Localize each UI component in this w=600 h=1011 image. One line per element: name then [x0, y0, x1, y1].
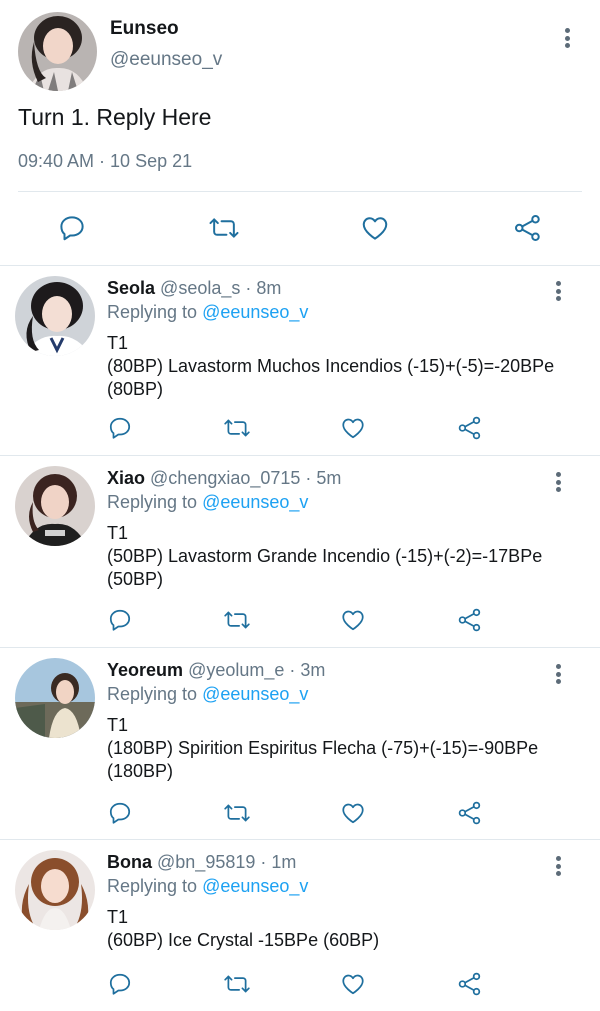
mention-link[interactable]: @eeunseo_v — [202, 492, 308, 512]
retweet-icon[interactable] — [220, 413, 254, 443]
mention-link[interactable]: @eeunseo_v — [202, 684, 308, 704]
more-options-icon[interactable] — [548, 279, 568, 303]
reply-text-line: (50BP) Lavastorm Grande Incendio (-15)+(… — [107, 546, 543, 566]
author-handle-time[interactable]: @chengxiao_0715 · 5m — [150, 468, 341, 488]
reply-header: Bona @bn_95819 · 1m — [107, 852, 296, 873]
more-options-icon[interactable] — [548, 662, 568, 686]
replying-to: Replying to @eeunseo_v — [107, 684, 308, 705]
author-name[interactable]: Eunseo — [110, 18, 179, 40]
avatar[interactable] — [18, 12, 97, 91]
reply-icon[interactable] — [105, 605, 135, 635]
like-icon[interactable] — [338, 605, 368, 635]
replying-to-label: Replying to — [107, 492, 198, 512]
avatar[interactable] — [15, 658, 95, 738]
replying-to-label: Replying to — [107, 302, 198, 322]
reply-header: Yeoreum @yeolum_e · 3m — [107, 660, 325, 681]
reply-icon[interactable] — [52, 208, 92, 248]
reply-tweet: Bona @bn_95819 · 1m Replying to @eeunseo… — [0, 840, 600, 1011]
like-icon[interactable] — [355, 208, 395, 248]
avatar-photo — [15, 466, 95, 546]
author-name[interactable]: Bona — [107, 852, 152, 872]
share-icon[interactable] — [455, 413, 485, 443]
reply-text-line: (180BP) — [107, 761, 174, 781]
avatar-photo — [18, 12, 97, 91]
author-handle-time[interactable]: @seola_s · 8m — [160, 278, 281, 298]
mention-link[interactable]: @eeunseo_v — [202, 876, 308, 896]
reply-tweet: Yeoreum @yeolum_e · 3m Replying to @eeun… — [0, 648, 600, 840]
reply-text-line: (50BP) — [107, 569, 164, 589]
reply-header: Seola @seola_s · 8m — [107, 278, 281, 299]
retweet-icon[interactable] — [204, 208, 244, 248]
more-options-icon[interactable] — [548, 854, 568, 878]
reply-text-line: T1 — [107, 523, 129, 543]
avatar-photo — [15, 658, 95, 738]
like-icon[interactable] — [338, 798, 368, 828]
author-name[interactable]: Xiao — [107, 468, 145, 488]
reply-text: T1 (60BP) Ice Crystal -15BPe (60BP) — [107, 906, 577, 952]
retweet-icon[interactable] — [220, 969, 254, 999]
share-icon[interactable] — [455, 798, 485, 828]
reply-icon[interactable] — [105, 969, 135, 999]
reply-text-line: T1 — [107, 907, 129, 927]
author-handle[interactable]: @eeunseo_v — [110, 49, 222, 71]
main-tweet: Eunseo @eeunseo_v Turn 1. Reply Here 09:… — [0, 0, 600, 266]
reply-text-line: T1 — [107, 333, 129, 353]
author-handle-time[interactable]: @yeolum_e · 3m — [188, 660, 325, 680]
reply-tweet: Xiao @chengxiao_0715 · 5m Replying to @e… — [0, 456, 600, 648]
avatar[interactable] — [15, 276, 95, 356]
reply-text-line: (80BP) Lavastorm Muchos Incendios (-15)+… — [107, 356, 555, 376]
mention-link[interactable]: @eeunseo_v — [202, 302, 308, 322]
reply-text-line: (60BP) Ice Crystal -15BPe (60BP) — [107, 930, 380, 950]
avatar-photo — [15, 850, 95, 930]
like-icon[interactable] — [338, 969, 368, 999]
share-icon[interactable] — [455, 969, 485, 999]
more-options-icon[interactable] — [557, 26, 577, 50]
share-icon[interactable] — [508, 208, 548, 248]
replying-to: Replying to @eeunseo_v — [107, 302, 308, 323]
tweet-timestamp: 09:40 AM · 10 Sep 21 — [18, 151, 193, 171]
more-options-icon[interactable] — [548, 470, 568, 494]
retweet-icon[interactable] — [220, 605, 254, 635]
replying-to: Replying to @eeunseo_v — [107, 492, 308, 513]
avatar-photo — [15, 276, 95, 356]
author-handle-time[interactable]: @bn_95819 · 1m — [157, 852, 296, 872]
share-icon[interactable] — [455, 605, 485, 635]
author-name[interactable]: Seola — [107, 278, 155, 298]
avatar[interactable] — [15, 466, 95, 546]
reply-text: T1 (180BP) Spirition Espiritus Flecha (-… — [107, 714, 577, 783]
reply-text-line: (80BP) — [107, 379, 164, 399]
replying-to: Replying to @eeunseo_v — [107, 876, 308, 897]
like-icon[interactable] — [338, 413, 368, 443]
divider — [18, 191, 582, 192]
reply-icon[interactable] — [105, 798, 135, 828]
reply-text: T1 (50BP) Lavastorm Grande Incendio (-15… — [107, 522, 577, 591]
reply-text: T1 (80BP) Lavastorm Muchos Incendios (-1… — [107, 332, 577, 401]
reply-icon[interactable] — [105, 413, 135, 443]
tweet-text: Turn 1. Reply Here — [18, 104, 212, 130]
avatar[interactable] — [15, 850, 95, 930]
reply-text-line: T1 — [107, 715, 129, 735]
replying-to-label: Replying to — [107, 684, 198, 704]
author-name[interactable]: Yeoreum — [107, 660, 183, 680]
reply-header: Xiao @chengxiao_0715 · 5m — [107, 468, 341, 489]
retweet-icon[interactable] — [220, 798, 254, 828]
reply-text-line: (180BP) Spirition Espiritus Flecha (-75)… — [107, 738, 539, 758]
reply-tweet: Seola @seola_s · 8m Replying to @eeunseo… — [0, 266, 600, 456]
replying-to-label: Replying to — [107, 876, 198, 896]
